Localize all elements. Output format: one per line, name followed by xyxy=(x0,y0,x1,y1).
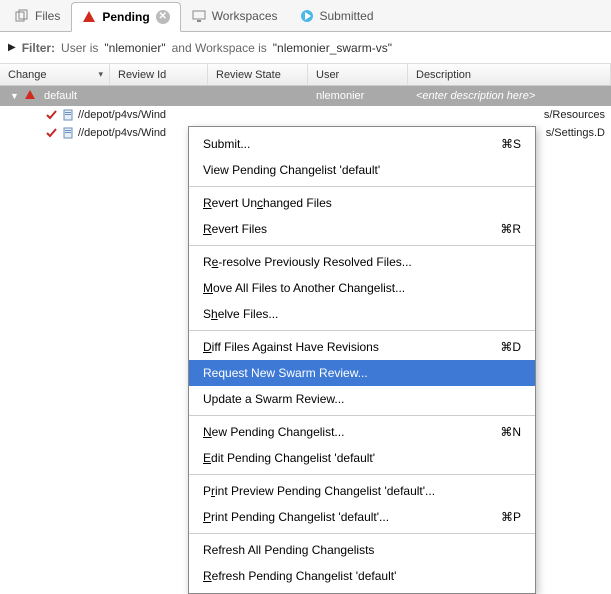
filter-bar: ▶ Filter: User is "nlemonier" and Worksp… xyxy=(0,32,611,64)
check-icon xyxy=(46,109,58,121)
file-icon xyxy=(62,127,74,139)
menu-request-swarm-review[interactable]: Request New Swarm Review... xyxy=(189,360,535,386)
menu-view-pending[interactable]: View Pending Changelist 'default' xyxy=(189,157,535,183)
menu-refresh[interactable]: Refresh Pending Changelist 'default' xyxy=(189,563,535,589)
tab-pending[interactable]: Pending ✕ xyxy=(71,2,180,32)
menu-print-preview[interactable]: Print Preview Pending Changelist 'defaul… xyxy=(189,478,535,504)
file-path: //depot/p4vs/Wind xyxy=(78,127,166,139)
file-row[interactable]: //depot/p4vs/Wind s/Resources xyxy=(0,106,611,124)
tab-label: Files xyxy=(35,9,60,23)
header-review-id[interactable]: Review Id xyxy=(110,64,208,85)
menu-separator xyxy=(189,533,535,534)
menu-move-all[interactable]: Move All Files to Another Changelist... xyxy=(189,275,535,301)
menu-refresh-all[interactable]: Refresh All Pending Changelists xyxy=(189,537,535,563)
menu-shelve[interactable]: Shelve Files... xyxy=(189,301,535,327)
tab-submitted[interactable]: Submitted xyxy=(289,1,385,31)
header-description[interactable]: Description xyxy=(408,64,611,85)
filter-workspace-value: "nlemonier_swarm-vs" xyxy=(273,41,392,55)
menu-new-pending[interactable]: New Pending Changelist...⌘N xyxy=(189,419,535,445)
menu-separator xyxy=(189,186,535,187)
menu-update-swarm-review[interactable]: Update a Swarm Review... xyxy=(189,386,535,412)
filter-text: and Workspace is xyxy=(172,41,267,55)
header-change[interactable]: Change xyxy=(0,64,110,85)
menu-separator xyxy=(189,415,535,416)
filter-expand-icon[interactable]: ▶ xyxy=(8,42,16,53)
filter-label: Filter: xyxy=(22,41,55,55)
tab-workspaces[interactable]: Workspaces xyxy=(181,1,289,31)
tab-label: Workspaces xyxy=(212,9,278,23)
file-path-right: s/Settings.D xyxy=(546,127,611,139)
tab-label: Pending xyxy=(102,10,149,24)
menu-submit[interactable]: Submit...⌘S xyxy=(189,131,535,157)
menu-separator xyxy=(189,245,535,246)
header-user[interactable]: User xyxy=(308,64,408,85)
filter-user-value: "nlemonier" xyxy=(104,41,165,55)
file-path-right: s/Resources xyxy=(544,109,611,121)
close-icon[interactable]: ✕ xyxy=(156,10,170,24)
tab-bar: Files Pending ✕ Workspaces Submitted xyxy=(0,0,611,32)
check-icon xyxy=(46,127,58,139)
pending-triangle-icon xyxy=(24,89,36,104)
monitor-icon xyxy=(192,9,206,23)
column-headers: Change Review Id Review State User Descr… xyxy=(0,64,611,86)
cell-description: <enter description here> xyxy=(408,90,611,102)
file-icon xyxy=(62,109,74,121)
files-stack-icon xyxy=(15,9,29,23)
tab-files[interactable]: Files xyxy=(4,1,71,31)
header-review-state[interactable]: Review State xyxy=(208,64,308,85)
menu-separator xyxy=(189,330,535,331)
changelist-name: default xyxy=(36,90,110,102)
changelist-row-default[interactable]: ▼ default nlemonier <enter description h… xyxy=(0,86,611,106)
chevron-down-icon: ▼ xyxy=(0,91,24,101)
menu-edit-pending[interactable]: Edit Pending Changelist 'default' xyxy=(189,445,535,471)
menu-revert-unchanged[interactable]: Revert Unchanged Files xyxy=(189,190,535,216)
submitted-circle-icon xyxy=(300,9,314,23)
pending-triangle-icon xyxy=(82,10,96,24)
menu-diff[interactable]: Diff Files Against Have Revisions⌘D xyxy=(189,334,535,360)
menu-revert-files[interactable]: Revert Files⌘R xyxy=(189,216,535,242)
filter-text: User is xyxy=(61,41,98,55)
menu-reresolve[interactable]: Re-resolve Previously Resolved Files... xyxy=(189,249,535,275)
tab-label: Submitted xyxy=(320,9,374,23)
menu-separator xyxy=(189,474,535,475)
menu-print[interactable]: Print Pending Changelist 'default'...⌘P xyxy=(189,504,535,530)
cell-user: nlemonier xyxy=(308,90,408,102)
file-path: //depot/p4vs/Wind xyxy=(78,109,166,121)
